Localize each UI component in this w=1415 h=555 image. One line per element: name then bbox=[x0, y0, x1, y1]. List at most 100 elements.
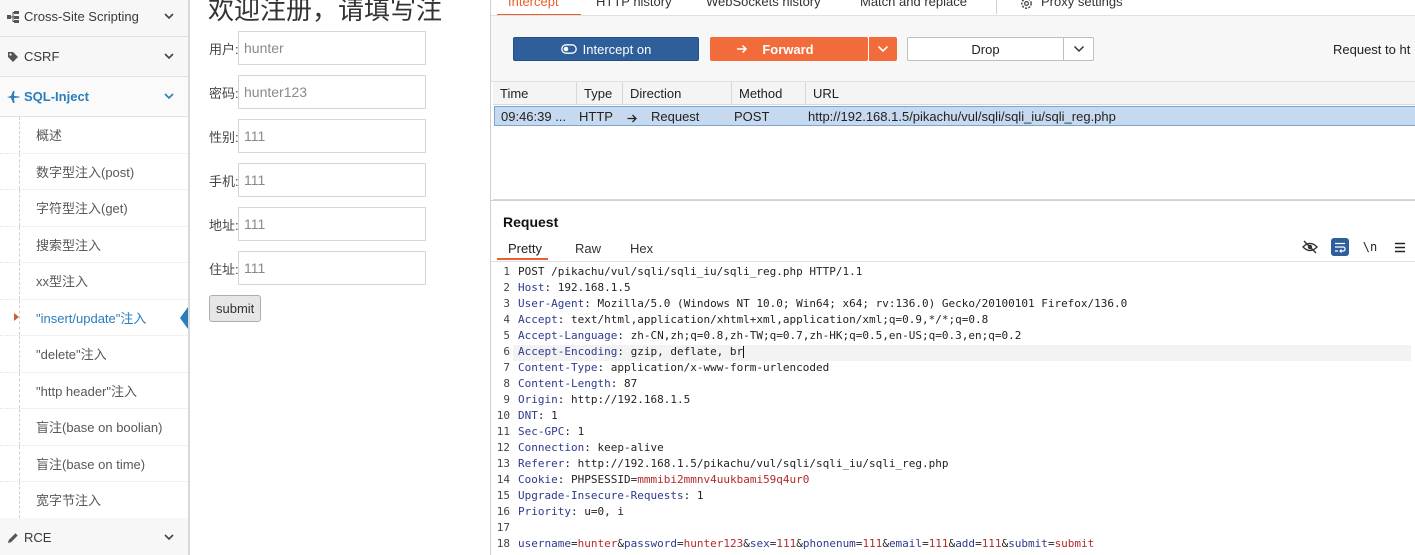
chevron-down-icon bbox=[1073, 45, 1084, 53]
code-line: 6 Accept-Encoding: gzip, deflate, br bbox=[491, 345, 1415, 361]
nav-item-csrf[interactable]: CSRF bbox=[0, 37, 188, 77]
submenu-item[interactable]: 宽字节注入 bbox=[0, 482, 188, 519]
sitemap-icon bbox=[6, 10, 20, 24]
hide-eye-icon[interactable] bbox=[1301, 238, 1319, 256]
column-header-url[interactable]: URL bbox=[806, 82, 1415, 105]
tab-intercept[interactable]: Intercept bbox=[508, 0, 559, 9]
line-number: 4 bbox=[503, 313, 510, 326]
param-name: password bbox=[623, 537, 677, 550]
header-name: Cookie bbox=[518, 473, 558, 486]
chevron-down-icon bbox=[164, 13, 174, 20]
nav-item-xss[interactable]: Cross-Site Scripting bbox=[0, 0, 188, 37]
nav-label-xss: Cross-Site Scripting bbox=[24, 9, 139, 24]
nav-item-rce[interactable]: RCE bbox=[0, 518, 188, 555]
username-input[interactable]: hunter bbox=[238, 31, 426, 65]
submenu-item[interactable]: 字符型注入(get) bbox=[0, 190, 188, 227]
line-text: POST /pikachu/vul/sqli/sqli_iu/sqli_reg.… bbox=[518, 265, 862, 278]
line-text: Referer: http://192.168.1.5/pikachu/vul/… bbox=[518, 457, 949, 470]
field-label: 密码: bbox=[209, 85, 239, 101]
submenu-item[interactable]: xx型注入 bbox=[0, 263, 188, 300]
column-header-time[interactable]: Time bbox=[493, 82, 577, 105]
form-row-phone: 手机: 111 bbox=[209, 163, 426, 197]
tab-raw[interactable]: Raw bbox=[575, 241, 601, 256]
column-header-type[interactable]: Type bbox=[577, 82, 623, 105]
header-name: Content-Length bbox=[518, 377, 611, 390]
line-number: 13 bbox=[496, 457, 510, 470]
line-number: 15 bbox=[496, 489, 510, 502]
header-name: Upgrade-Insecure-Requests bbox=[518, 489, 684, 502]
code-line: 16 Priority: u=0, i bbox=[491, 505, 1415, 521]
table-row[interactable]: 09:46:39 ... HTTP Request POST http://19… bbox=[494, 106, 1415, 126]
code-line: 11 Sec-GPC: 1 bbox=[491, 425, 1415, 441]
sql-inject-submenu: 概述 数字型注入(post) 字符型注入(get) 搜索型注入 xx型注入 "i… bbox=[0, 117, 188, 519]
submenu-item-current[interactable]: "insert/update"注入 bbox=[0, 299, 188, 336]
tab-hex[interactable]: Hex bbox=[630, 241, 653, 256]
submenu-item[interactable]: 盲注(base on boolian) bbox=[0, 409, 188, 446]
gear-icon[interactable] bbox=[1019, 0, 1034, 11]
tab-proxy-settings[interactable]: Proxy settings bbox=[1041, 0, 1123, 9]
form-row-username: 用户: hunter bbox=[209, 31, 426, 65]
tab-pretty[interactable]: Pretty bbox=[508, 241, 542, 256]
phone-input[interactable]: 111 bbox=[238, 163, 426, 197]
line-number: 6 bbox=[503, 345, 510, 358]
line-number: 10 bbox=[496, 409, 510, 422]
column-header-direction[interactable]: Direction bbox=[623, 82, 732, 105]
header-value: 192.168.1.5 bbox=[557, 281, 631, 294]
arrow-right-icon bbox=[737, 44, 748, 54]
forward-options-button[interactable] bbox=[868, 37, 897, 61]
code-line: 1 POST /pikachu/vul/sqli/sqli_iu/sqli_reg… bbox=[491, 265, 1415, 281]
cell-url: http://192.168.1.5/pikachu/vul/sqli/sqli… bbox=[808, 109, 1116, 124]
header-name: Referer bbox=[518, 457, 565, 470]
wrap-lines-icon[interactable] bbox=[1331, 238, 1349, 256]
newline-toggle[interactable]: \n bbox=[1361, 238, 1379, 256]
line-number: 8 bbox=[503, 377, 510, 390]
header-value: application/x-www-form-urlencoded bbox=[610, 361, 830, 374]
line-number: 5 bbox=[503, 329, 510, 342]
drop-button[interactable]: Drop bbox=[907, 37, 1064, 61]
line-text: Content-Length: 87 bbox=[518, 377, 638, 390]
line-text: Accept-Language: zh-CN,zh;q=0.8,zh-TW;q=… bbox=[518, 329, 1022, 342]
intercept-label: Intercept on bbox=[582, 41, 652, 57]
submenu-item[interactable]: "http header"注入 bbox=[0, 372, 188, 409]
forward-label: Forward bbox=[762, 41, 814, 57]
address-input[interactable]: 111 bbox=[238, 251, 426, 285]
submenu-item[interactable]: 数字型注入(post) bbox=[0, 153, 188, 190]
intercept-toggle-button[interactable]: Intercept on bbox=[513, 37, 699, 61]
form-row-address: 住址: 111 bbox=[209, 251, 426, 285]
line-number: 1 bbox=[503, 265, 510, 278]
forward-button[interactable]: Forward bbox=[710, 37, 868, 61]
password-input[interactable]: hunter123 bbox=[238, 75, 426, 109]
submenu-item[interactable]: 盲注(base on time) bbox=[0, 445, 188, 482]
tab-websockets-history[interactable]: WebSockets history bbox=[706, 0, 821, 9]
column-header-method[interactable]: Method bbox=[732, 82, 806, 105]
param-value: submit bbox=[1054, 537, 1095, 550]
param-value: 111 bbox=[862, 537, 883, 550]
email-input[interactable]: 111 bbox=[238, 207, 426, 241]
line-number: 2 bbox=[503, 281, 510, 294]
toggle-on-icon bbox=[560, 44, 577, 54]
nav-item-sql-inject[interactable]: SQL-Inject bbox=[0, 77, 188, 117]
tab-match-replace[interactable]: Match and replace bbox=[860, 0, 967, 9]
header-value: zh-CN,zh;q=0.8,zh-TW;q=0.7,zh-HK;q=0.5,e… bbox=[630, 329, 1022, 342]
submenu-item[interactable]: 概述 bbox=[0, 117, 188, 154]
drop-options-button[interactable] bbox=[1063, 37, 1094, 61]
line-number: 18 bbox=[496, 537, 510, 550]
code-line: 14 Cookie: PHPSESSID=mmmibi2mmnv4uukbami5… bbox=[491, 473, 1415, 489]
sex-input[interactable]: 111 bbox=[238, 119, 426, 153]
submit-button[interactable]: submit bbox=[209, 295, 262, 322]
header-value: u=0, i bbox=[584, 505, 624, 518]
cell-time: 09:46:39 ... bbox=[501, 109, 567, 124]
submenu-item[interactable]: "delete"注入 bbox=[0, 336, 188, 373]
active-view-underline bbox=[497, 258, 548, 260]
submenu-item[interactable]: 搜索型注入 bbox=[0, 226, 188, 263]
form-row-sex: 性别: 111 bbox=[209, 119, 426, 153]
menu-icon[interactable] bbox=[1391, 238, 1409, 256]
request-code[interactable]: 1 POST /pikachu/vul/sqli/sqli_iu/sqli_reg… bbox=[491, 265, 1415, 555]
line-text: Accept: text/html,application/xhtml+xml,… bbox=[518, 313, 989, 326]
tab-http-history[interactable]: HTTP history bbox=[596, 0, 672, 9]
line-text: Connection: keep-alive bbox=[518, 441, 664, 454]
header-value: 1 bbox=[551, 409, 558, 422]
header-value: http://192.168.1.5 bbox=[571, 393, 691, 406]
code-line: 10 DNT: 1 bbox=[491, 409, 1415, 425]
line-number: 3 bbox=[503, 297, 510, 310]
